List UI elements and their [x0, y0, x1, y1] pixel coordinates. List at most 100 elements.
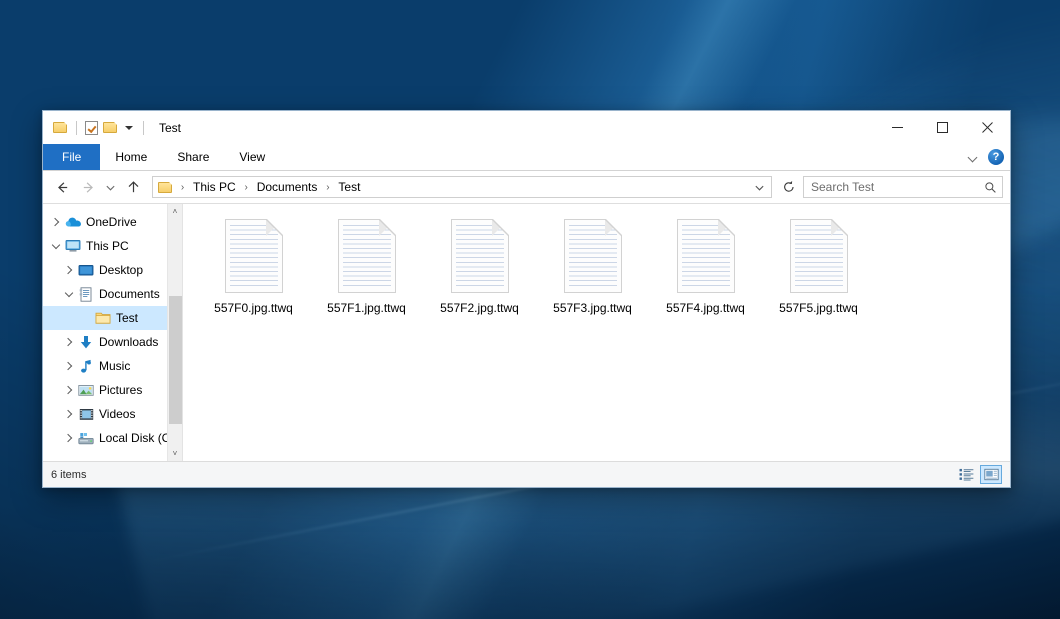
- details-view-button[interactable]: [955, 465, 977, 484]
- file-list-view[interactable]: 557F0.jpg.ttwq 557F1.jpg.ttwq: [183, 204, 1010, 461]
- twisty-chevron-down-icon[interactable]: [60, 292, 77, 296]
- file-item[interactable]: 557F0.jpg.ttwq: [197, 214, 310, 319]
- folder-icon: [94, 310, 112, 326]
- close-icon: [982, 122, 993, 133]
- sidebar-item-pictures[interactable]: Pictures: [43, 378, 182, 402]
- breadcrumb-this-pc[interactable]: This PC: [189, 180, 240, 194]
- breadcrumb-separator: ›: [321, 182, 334, 193]
- tab-view[interactable]: View: [224, 144, 280, 170]
- sidebar-item-label: Test: [116, 311, 138, 325]
- sidebar-item-label: Desktop: [99, 263, 143, 277]
- maximize-icon: [937, 122, 948, 133]
- twisty-chevron-right-icon[interactable]: [60, 387, 77, 393]
- twisty-chevron-right-icon[interactable]: [47, 219, 64, 225]
- recent-locations-chevron-icon: [105, 182, 116, 193]
- search-input[interactable]: [809, 179, 984, 195]
- back-arrow-icon: [55, 180, 70, 195]
- hard-drive-icon: [77, 430, 95, 446]
- search-box[interactable]: [803, 176, 1003, 198]
- forward-button[interactable]: [76, 175, 100, 199]
- recent-locations-button[interactable]: [102, 175, 119, 199]
- twisty-chevron-right-icon[interactable]: [60, 363, 77, 369]
- sidebar-item-videos[interactable]: Videos: [43, 402, 182, 426]
- file-item[interactable]: 557F5.jpg.ttwq: [762, 214, 875, 319]
- file-name: 557F4.jpg.ttwq: [666, 301, 745, 315]
- expand-ribbon-chevron-down-icon[interactable]: [968, 152, 979, 163]
- sidebar-item-label: Downloads: [99, 335, 158, 349]
- music-note-icon: [77, 358, 95, 374]
- generic-file-icon: [451, 219, 509, 293]
- item-count-label: 6 items: [51, 469, 86, 481]
- folder-icon: [158, 181, 173, 194]
- breadcrumb-documents[interactable]: Documents: [253, 180, 322, 194]
- quick-access-toolbar: Test: [43, 111, 181, 144]
- pictures-icon: [77, 382, 95, 398]
- title-bar: Test: [43, 111, 1010, 144]
- sidebar-item-desktop[interactable]: Desktop: [43, 258, 182, 282]
- minimize-button[interactable]: [875, 111, 920, 144]
- up-button[interactable]: [121, 175, 145, 199]
- file-item[interactable]: 557F1.jpg.ttwq: [310, 214, 423, 319]
- properties-checkbox-icon[interactable]: [85, 121, 98, 135]
- file-name: 557F1.jpg.ttwq: [327, 301, 406, 315]
- generic-file-icon: [338, 219, 396, 293]
- breadcrumb-separator: ›: [240, 182, 253, 193]
- sidebar-item-downloads[interactable]: Downloads: [43, 330, 182, 354]
- maximize-button[interactable]: [920, 111, 965, 144]
- generic-file-icon: [564, 219, 622, 293]
- tab-home[interactable]: Home: [100, 144, 162, 170]
- file-explorer-window: Test File Home Share: [42, 110, 1011, 488]
- sidebar-item-documents[interactable]: Documents: [43, 282, 182, 306]
- explorer-body: OneDrive This PC: [43, 203, 1010, 461]
- details-view-icon: [959, 468, 974, 481]
- sidebar-item-test[interactable]: Test: [43, 306, 182, 330]
- divider: [76, 121, 77, 135]
- scroll-down-arrow-icon[interactable]: ˅: [168, 446, 182, 461]
- file-grid: 557F0.jpg.ttwq 557F1.jpg.ttwq: [197, 214, 1010, 319]
- sidebar-item-label: This PC: [86, 239, 129, 253]
- sidebar-scrollbar[interactable]: ˄ ˅: [167, 204, 182, 461]
- tab-share[interactable]: Share: [162, 144, 224, 170]
- close-button[interactable]: [965, 111, 1010, 144]
- divider: [143, 121, 144, 135]
- generic-file-icon: [790, 219, 848, 293]
- tab-file[interactable]: File: [43, 144, 100, 170]
- address-chevron-down-icon[interactable]: [749, 177, 769, 197]
- twisty-chevron-right-icon[interactable]: [60, 339, 77, 345]
- sidebar-item-local-disk-c[interactable]: Local Disk (C:): [43, 426, 182, 450]
- status-bar: 6 items: [43, 461, 1010, 487]
- sidebar-item-label: Videos: [99, 407, 135, 421]
- scrollbar-thumb[interactable]: [169, 296, 182, 424]
- address-bar[interactable]: › This PC › Documents › Test: [152, 176, 772, 198]
- sidebar-item-onedrive[interactable]: OneDrive: [43, 210, 182, 234]
- ribbon-tabs: File Home Share View ?: [43, 144, 1010, 171]
- file-item[interactable]: 557F3.jpg.ttwq: [536, 214, 649, 319]
- chevron-down-icon[interactable]: [125, 126, 133, 130]
- twisty-chevron-right-icon[interactable]: [60, 411, 77, 417]
- sidebar-item-label: OneDrive: [86, 215, 137, 229]
- download-icon: [77, 334, 95, 350]
- file-name: 557F0.jpg.ttwq: [214, 301, 293, 315]
- large-icons-view-button[interactable]: [980, 465, 1002, 484]
- sidebar-item-music[interactable]: Music: [43, 354, 182, 378]
- new-folder-icon[interactable]: [103, 121, 118, 134]
- file-item[interactable]: 557F2.jpg.ttwq: [423, 214, 536, 319]
- up-arrow-icon: [126, 180, 141, 195]
- cloud-icon: [64, 214, 82, 230]
- twisty-chevron-down-icon[interactable]: [47, 244, 64, 248]
- documents-icon: [77, 286, 95, 302]
- scroll-up-arrow-icon[interactable]: ˄: [168, 204, 182, 219]
- sidebar-item-label: Pictures: [99, 383, 142, 397]
- twisty-chevron-right-icon[interactable]: [60, 267, 77, 273]
- view-mode-buttons: [955, 465, 1002, 484]
- folder-icon[interactable]: [53, 121, 68, 134]
- sidebar-item-this-pc[interactable]: This PC: [43, 234, 182, 258]
- window-title: Test: [159, 121, 181, 135]
- breadcrumb-test[interactable]: Test: [334, 180, 364, 194]
- help-icon[interactable]: ?: [988, 149, 1004, 165]
- twisty-chevron-right-icon[interactable]: [60, 435, 77, 441]
- refresh-icon: [782, 180, 796, 194]
- back-button[interactable]: [50, 175, 74, 199]
- file-item[interactable]: 557F4.jpg.ttwq: [649, 214, 762, 319]
- refresh-button[interactable]: [777, 175, 801, 199]
